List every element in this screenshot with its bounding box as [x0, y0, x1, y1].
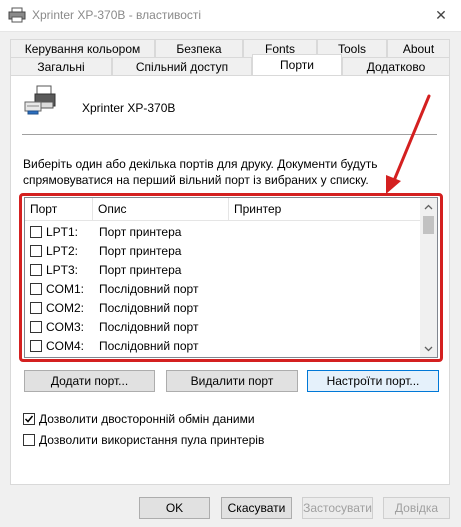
bidirectional-option[interactable]: Дозволити двосторонній обмін даними [23, 411, 255, 427]
port-checkbox[interactable] [30, 283, 42, 295]
tab-security[interactable]: Безпека [155, 39, 243, 57]
tab-color-management[interactable]: Керування кольором [10, 39, 155, 57]
port-name: LPT3: [46, 263, 79, 277]
printer-name: Xprinter XP-370B [82, 101, 176, 115]
port-name: LPT2: [46, 244, 79, 258]
ports-list-header: Порт Опис Принтер [25, 198, 420, 221]
tab-about[interactable]: About [387, 39, 450, 57]
delete-port-button[interactable]: Видалити порт [166, 370, 298, 392]
pooling-label: Дозволити використання пула принтерів [39, 433, 265, 447]
bidirectional-checkbox[interactable] [23, 413, 35, 425]
port-description: Послідовний порт [99, 301, 199, 315]
port-name: COM4: [46, 339, 85, 353]
port-description: Порт принтера [99, 225, 182, 239]
port-checkbox[interactable] [30, 245, 42, 257]
port-row[interactable]: LPT3: Порт принтера [25, 261, 420, 280]
printer-icon [24, 85, 56, 115]
port-description: Послідовний порт [99, 320, 199, 334]
tab-general[interactable]: Загальні [10, 57, 112, 75]
bidirectional-label: Дозволити двосторонній обмін даними [39, 412, 255, 426]
port-description: Порт принтера [99, 244, 182, 258]
ports-description: Виберіть один або декілька портів для др… [23, 157, 378, 187]
window-title: Xprinter XP-370B - властивості [32, 8, 202, 22]
port-row[interactable]: COM2: Послідовний порт [25, 299, 420, 318]
port-row[interactable]: COM4: Послідовний порт [25, 337, 420, 356]
close-icon: ✕ [435, 7, 447, 23]
printer-icon [8, 7, 26, 23]
port-checkbox[interactable] [30, 340, 42, 352]
ports-tab-panel: Xprinter XP-370B Виберіть один або декіл… [10, 75, 450, 485]
port-checkbox[interactable] [30, 264, 42, 276]
port-name: COM2: [46, 301, 85, 315]
port-description: Послідовний порт [99, 339, 199, 353]
close-button[interactable]: ✕ [421, 0, 461, 31]
column-header-description[interactable]: Опис [93, 198, 229, 220]
port-row[interactable]: COM3: Послідовний порт [25, 318, 420, 337]
configure-port-button[interactable]: Настроїти порт... [307, 370, 439, 392]
tab-advanced[interactable]: Додатково [342, 57, 450, 75]
pooling-option[interactable]: Дозволити використання пула принтерів [23, 432, 264, 448]
port-name: LPT1: [46, 225, 79, 239]
apply-button[interactable]: Застосувати [302, 497, 373, 519]
scroll-down-icon[interactable] [420, 340, 437, 357]
ports-list[interactable]: Порт Опис Принтер LPT1: Порт принтера LP… [24, 197, 438, 358]
port-description: Порт принтера [99, 263, 182, 277]
ok-button[interactable]: OK [139, 497, 210, 519]
port-row[interactable]: LPT2: Порт принтера [25, 242, 420, 261]
port-name: COM3: [46, 320, 85, 334]
port-checkbox[interactable] [30, 226, 42, 238]
column-header-printer[interactable]: Принтер [229, 198, 421, 220]
scroll-up-icon[interactable] [420, 198, 437, 215]
help-button[interactable]: Довідка [383, 497, 450, 519]
tab-ports[interactable]: Порти [252, 54, 342, 75]
tab-sharing[interactable]: Спільний доступ [112, 57, 252, 75]
column-header-port[interactable]: Порт [25, 198, 93, 220]
port-checkbox[interactable] [30, 321, 42, 333]
add-port-button[interactable]: Додати порт... [24, 370, 155, 392]
ports-list-scrollbar[interactable] [420, 198, 437, 357]
port-name: COM1: [46, 282, 85, 296]
port-row[interactable]: COM1: Послідовний порт [25, 280, 420, 299]
port-description: Послідовний порт [99, 282, 199, 296]
separator [22, 134, 437, 135]
title-bar: Xprinter XP-370B - властивості ✕ [0, 0, 461, 32]
port-checkbox[interactable] [30, 302, 42, 314]
port-row[interactable]: LPT1: Порт принтера [25, 223, 420, 242]
checkmark-icon [24, 415, 34, 423]
cancel-button[interactable]: Скасувати [221, 497, 292, 519]
scrollbar-thumb[interactable] [423, 216, 434, 234]
pooling-checkbox[interactable] [23, 434, 35, 446]
